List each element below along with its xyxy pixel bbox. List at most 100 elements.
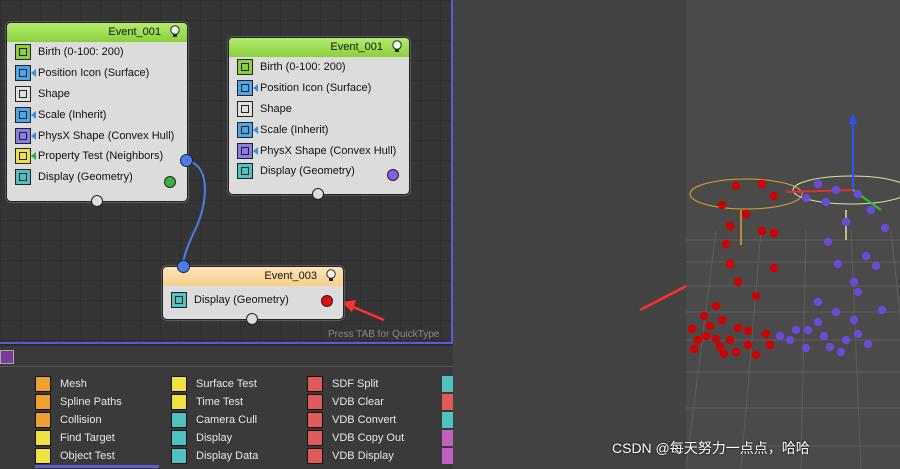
event-node-header[interactable]: Event_001 bbox=[7, 23, 187, 42]
particle bbox=[719, 349, 729, 359]
emitter-ring bbox=[689, 178, 803, 210]
depot-item-label: VDB Convert bbox=[332, 414, 397, 426]
event-node-title: Event_003 bbox=[264, 270, 317, 282]
lightbulb-icon[interactable] bbox=[169, 25, 181, 39]
depot-item-label: VDB Copy Out bbox=[332, 432, 405, 444]
depot-item-spline-paths[interactable]: Spline Paths bbox=[35, 393, 122, 411]
operator-property-test[interactable]: Property Test (Neighbors) bbox=[7, 146, 187, 167]
operator-icon[interactable] bbox=[442, 394, 453, 410]
depot-item-collision[interactable]: Collision bbox=[35, 411, 102, 429]
depot-item-sdf-split[interactable]: SDF Split bbox=[307, 375, 378, 393]
input-port[interactable] bbox=[177, 260, 190, 273]
depot-item-label: Find Target bbox=[60, 432, 115, 444]
particle bbox=[705, 321, 715, 331]
operator-birth[interactable]: Birth (0-100: 200) bbox=[229, 57, 409, 78]
operator-display[interactable]: Display (Geometry) bbox=[163, 290, 343, 311]
operator-shape[interactable]: Shape bbox=[7, 84, 187, 105]
object-test-icon bbox=[35, 448, 51, 464]
particle bbox=[775, 331, 785, 341]
particle-view-canvas[interactable]: Event_001 Birth (0-100: 200) Position Ic… bbox=[0, 0, 453, 344]
vdb-copy-out-icon bbox=[307, 430, 323, 446]
input-port[interactable] bbox=[312, 188, 324, 200]
display-color-swatch[interactable] bbox=[387, 169, 399, 181]
particle bbox=[717, 200, 727, 210]
particle bbox=[757, 179, 767, 189]
output-port[interactable] bbox=[180, 154, 193, 167]
operator-display[interactable]: Display (Geometry) bbox=[229, 161, 409, 182]
particle bbox=[751, 350, 761, 360]
depot-item-label: Camera Cull bbox=[196, 414, 258, 426]
display-icon bbox=[237, 163, 253, 180]
annotation-arrow bbox=[639, 284, 686, 312]
event-node-header[interactable]: Event_003 bbox=[163, 267, 343, 286]
find-target-icon bbox=[35, 430, 51, 446]
vdb-display-icon bbox=[307, 448, 323, 464]
operator-icon[interactable] bbox=[442, 430, 453, 446]
particle bbox=[871, 261, 881, 271]
gizmo-z-arrow bbox=[849, 114, 857, 124]
depot-item-vdb-convert[interactable]: VDB Convert bbox=[307, 411, 396, 429]
particle bbox=[801, 343, 811, 353]
operator-depot: Mesh Spline Paths Collision Find Target … bbox=[0, 346, 453, 469]
depot-tab-icon[interactable] bbox=[0, 350, 14, 364]
depot-item-vdb-clear[interactable]: VDB Clear bbox=[307, 393, 384, 411]
depot-item-display[interactable]: Display bbox=[171, 429, 232, 447]
depot-item-mesh[interactable]: Mesh bbox=[35, 375, 87, 393]
operator-label: PhysX Shape (Convex Hull) bbox=[38, 129, 175, 142]
depot-item-label: VDB Clear bbox=[332, 396, 384, 408]
3d-viewport[interactable] bbox=[686, 0, 900, 469]
operator-birth[interactable]: Birth (0-100: 200) bbox=[7, 42, 187, 63]
depot-column-4-icons bbox=[442, 376, 453, 466]
depot-item-surface-test[interactable]: Surface Test bbox=[171, 375, 257, 393]
lightbulb-icon[interactable] bbox=[325, 269, 337, 283]
display-color-swatch[interactable] bbox=[321, 295, 333, 307]
particle bbox=[836, 347, 846, 357]
depot-item-vdb-display[interactable]: VDB Display bbox=[307, 447, 394, 465]
operator-scale[interactable]: Scale (Inherit) bbox=[7, 104, 187, 125]
operator-icon[interactable] bbox=[442, 376, 453, 392]
event-node-header[interactable]: Event_001 bbox=[229, 38, 409, 57]
operator-shape[interactable]: Shape bbox=[229, 99, 409, 120]
depot-item-camera-cull[interactable]: Camera Cull bbox=[171, 411, 257, 429]
gap-panel bbox=[453, 0, 686, 469]
display-icon bbox=[15, 169, 31, 186]
operator-position-icon[interactable]: Position Icon (Surface) bbox=[7, 63, 187, 84]
birth-icon bbox=[237, 59, 253, 76]
depot-item-object-test[interactable]: Object Test bbox=[35, 447, 115, 465]
particle bbox=[765, 340, 775, 350]
operator-label: Birth (0-100: 200) bbox=[260, 61, 346, 74]
depot-item-vdb-copy-out[interactable]: VDB Copy Out bbox=[307, 429, 404, 447]
event-node-2[interactable]: Event_001 Birth (0-100: 200) Position Ic… bbox=[228, 37, 410, 200]
particle bbox=[831, 307, 841, 317]
depot-item-find-target[interactable]: Find Target bbox=[35, 429, 115, 447]
particle bbox=[880, 223, 890, 233]
operator-physx-shape[interactable]: PhysX Shape (Convex Hull) bbox=[7, 125, 187, 146]
event-node-3[interactable]: Event_003 Display (Geometry) bbox=[162, 260, 344, 325]
operator-icon[interactable] bbox=[442, 448, 453, 464]
operator-physx-shape[interactable]: PhysX Shape (Convex Hull) bbox=[229, 140, 409, 161]
quicktype-hint: Press TAB for QuickType bbox=[328, 329, 440, 340]
shape-icon bbox=[237, 100, 253, 117]
particle bbox=[725, 335, 735, 345]
position-icon bbox=[15, 65, 36, 82]
operator-position-icon[interactable]: Position Icon (Surface) bbox=[229, 78, 409, 99]
output-port-bottom[interactable] bbox=[246, 313, 258, 325]
lightbulb-icon[interactable] bbox=[391, 40, 403, 54]
input-port[interactable] bbox=[91, 195, 103, 207]
particle bbox=[849, 277, 859, 287]
operator-scale[interactable]: Scale (Inherit) bbox=[229, 119, 409, 140]
particle bbox=[813, 179, 823, 189]
operator-label: Scale (Inherit) bbox=[38, 108, 107, 121]
depot-item-time-test[interactable]: Time Test bbox=[171, 393, 243, 411]
particle bbox=[733, 323, 743, 333]
event-node-1[interactable]: Event_001 Birth (0-100: 200) Position Ic… bbox=[6, 22, 193, 207]
depot-item-label: VDB Display bbox=[332, 450, 394, 462]
particle bbox=[731, 347, 741, 357]
display-color-swatch[interactable] bbox=[164, 176, 176, 188]
depot-item-display-data[interactable]: Display Data bbox=[171, 447, 258, 465]
operator-icon[interactable] bbox=[442, 412, 453, 428]
operator-display[interactable]: Display (Geometry) bbox=[7, 167, 187, 188]
operator-label: Display (Geometry) bbox=[194, 294, 289, 307]
viewport-scene bbox=[686, 114, 900, 469]
property-test-icon bbox=[15, 148, 36, 165]
